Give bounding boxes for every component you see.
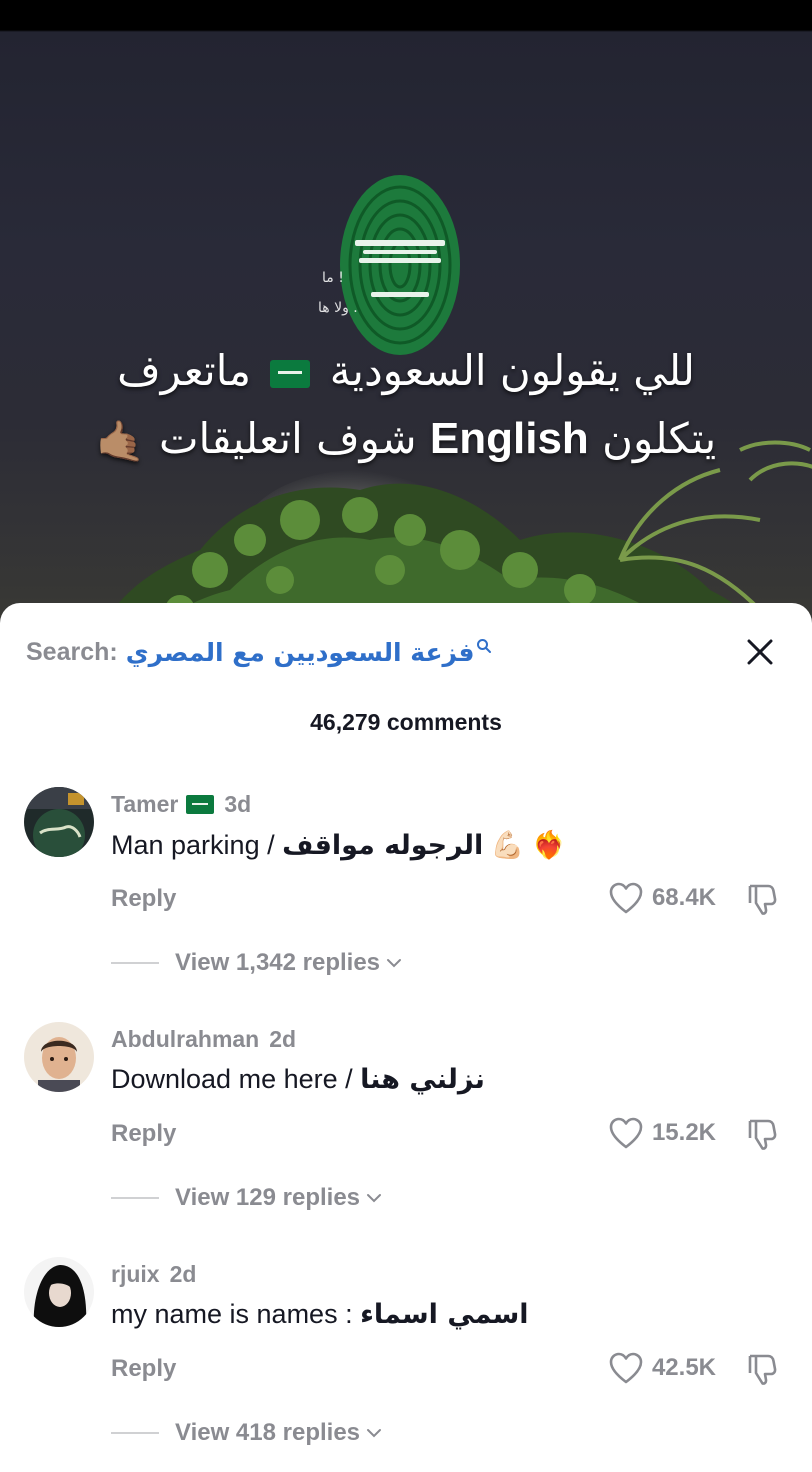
dislike-icon[interactable]	[744, 1351, 780, 1387]
reply-button[interactable]: Reply	[111, 1355, 176, 1383]
like-button[interactable]: 68.4K	[608, 881, 716, 915]
avatar[interactable]	[24, 1257, 94, 1327]
saudi-flag-icon	[186, 795, 215, 814]
like-count: 15.2K	[651, 1119, 716, 1146]
comment-time: 2d	[269, 1026, 297, 1052]
replies-divider	[111, 1432, 159, 1434]
caption-line1-part1: للي يقولون السعودية	[329, 346, 695, 395]
dislike-icon[interactable]	[744, 881, 780, 917]
comment-meta: Abdulrahman 2d	[111, 1026, 296, 1053]
video-caption-line1: للي يقولون السعودية ماتعرف	[0, 346, 812, 395]
video-player[interactable]: ما ! ولا ها . للي يقولون السعودية ماتعرف…	[0, 0, 812, 640]
view-replies-text: View 129 replies	[175, 1184, 361, 1211]
caption-line2-part1: يتكلون	[602, 414, 717, 463]
faint-caption-line1: ما !	[322, 270, 344, 286]
call-me-hand-icon: 🤙🏽	[95, 419, 146, 465]
comment-item: rjuix 2d my name is names : اسمي اسماء R…	[0, 1257, 812, 1472]
comment-text-ar: اسمي اسماء	[360, 1299, 529, 1330]
comment-time: 2d	[169, 1261, 197, 1287]
avatar-image	[24, 1022, 94, 1092]
faint-caption-line2: ولا ها .	[318, 300, 358, 316]
view-replies-button[interactable]: View 418 replies	[111, 1419, 382, 1447]
search-icon	[477, 639, 492, 653]
comment-item: Abdulrahman 2d Download me here / نزلني …	[0, 1022, 812, 1252]
close-icon[interactable]	[744, 636, 776, 668]
avatar[interactable]	[24, 787, 94, 857]
comment-meta: Tamer 3d	[111, 791, 251, 818]
comments-count: 46,279 comments	[310, 709, 502, 735]
search-query-link[interactable]: فزعة السعوديين مع المصري	[126, 638, 475, 667]
comment-text: my name is names : اسمي اسماء	[111, 1299, 529, 1330]
caption-line2-english: English	[429, 414, 589, 463]
comment-username[interactable]: Abdulrahman	[111, 1026, 259, 1053]
dislike-icon[interactable]	[744, 1116, 780, 1152]
heart-icon	[609, 882, 643, 914]
reply-button[interactable]: Reply	[111, 885, 176, 913]
chevron-down-icon	[367, 1429, 382, 1438]
like-button[interactable]: 42.5K	[608, 1351, 716, 1385]
like-count: 68.4K	[651, 884, 716, 911]
comment-meta: rjuix 2d	[111, 1261, 196, 1288]
view-replies-button[interactable]: View 129 replies	[111, 1184, 382, 1212]
comment-time: 3d	[224, 791, 252, 817]
avatar[interactable]	[24, 1022, 94, 1092]
chevron-down-icon	[387, 959, 402, 968]
avatar-image	[24, 787, 94, 857]
search-suggestion[interactable]: Search: فزعة السعوديين مع المصري	[26, 635, 492, 669]
comment-username[interactable]: Tamer	[111, 791, 178, 818]
comment-text-ar: الرجوله مواقف	[282, 830, 484, 861]
replies-divider	[111, 1197, 159, 1199]
view-replies-text: View 1,342 replies	[175, 949, 381, 976]
heart-icon	[609, 1117, 643, 1149]
reply-button[interactable]: Reply	[111, 1120, 176, 1148]
caption-line2-part2: شوف اتعليقات	[158, 414, 417, 463]
view-replies-button[interactable]: View 1,342 replies	[111, 949, 402, 977]
like-count: 42.5K	[651, 1354, 716, 1381]
caption-line1-part2: ماتعرف	[117, 346, 252, 395]
comment-username[interactable]: rjuix	[111, 1261, 160, 1288]
video-caption-line2: يتكلون English شوف اتعليقات 🤙🏽	[0, 414, 812, 465]
avatar-image	[24, 1257, 94, 1327]
saudi-flag-icon	[270, 359, 311, 388]
comments-panel: Search: فزعة السعوديين مع المصري 46,279 …	[0, 603, 812, 1472]
comment-text: Man parking / الرجوله مواقف 💪🏻 ❤️‍🔥	[111, 829, 566, 861]
like-button[interactable]: 15.2K	[608, 1116, 716, 1150]
comment-text: Download me here / نزلني هنا	[111, 1064, 485, 1095]
heart-icon	[609, 1352, 643, 1384]
replies-divider	[111, 962, 159, 964]
comment-text-en: my name is names :	[111, 1299, 361, 1329]
comment-emoji: 💪🏻 ❤️‍🔥	[490, 830, 566, 860]
comment-text-en: Download me here /	[111, 1064, 361, 1094]
search-label: Search:	[26, 637, 118, 666]
comment-text-en: Man parking /	[111, 830, 283, 860]
chevron-down-icon	[367, 1194, 382, 1203]
saudi-flag-fingerprint-graphic	[340, 175, 460, 355]
view-replies-text: View 418 replies	[175, 1419, 361, 1446]
comment-item: Tamer 3d Man parking / الرجوله مواقف 💪🏻 …	[0, 787, 812, 1017]
comment-text-ar: نزلني هنا	[360, 1064, 485, 1095]
